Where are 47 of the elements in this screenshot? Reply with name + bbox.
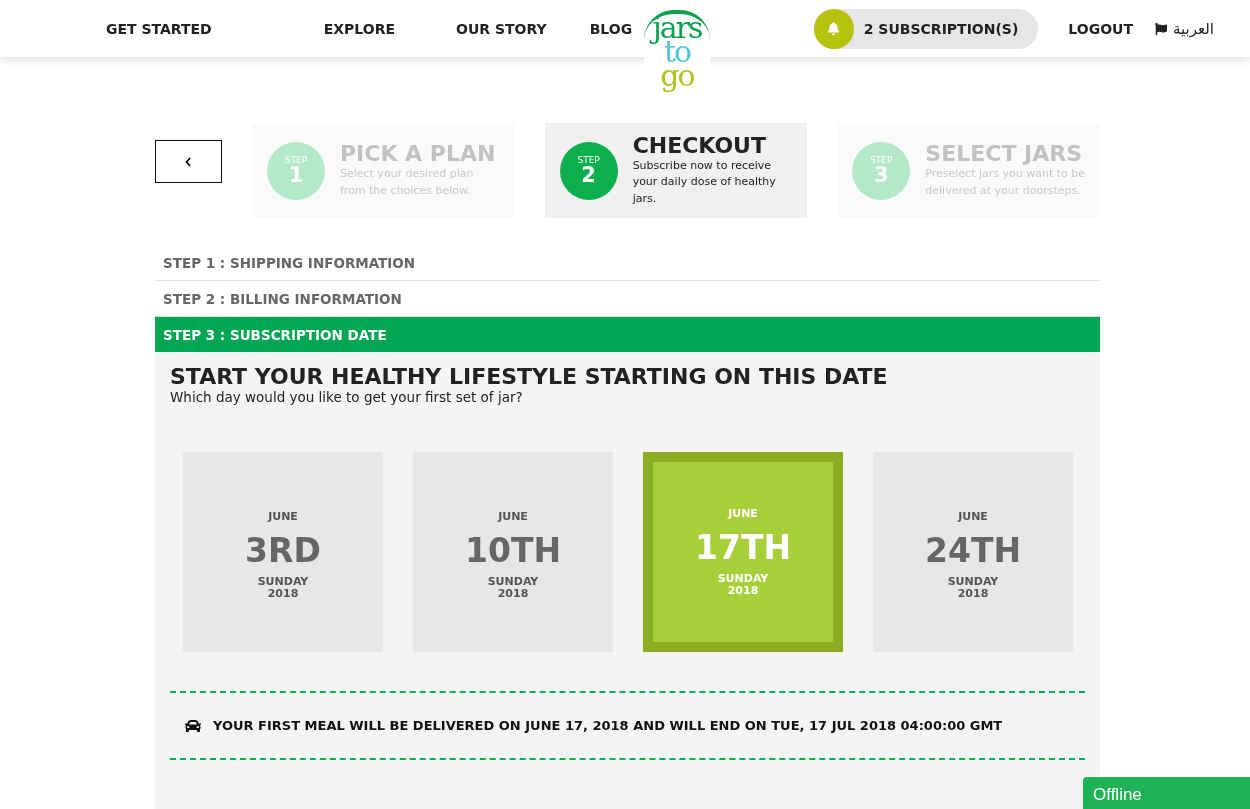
chevron-left-icon bbox=[183, 156, 194, 167]
section-subtitle: Which day would you like to get your first set of jar? bbox=[170, 389, 524, 405]
subscriptions-button[interactable]: 2 SUBSCRIPTION(S) bbox=[813, 8, 1039, 49]
language-link[interactable]: العربية bbox=[1155, 19, 1214, 38]
step-title: PICK A PLAN bbox=[339, 141, 497, 167]
date-day: 10TH bbox=[464, 530, 562, 570]
logo[interactable]: jars to go bbox=[644, 10, 710, 94]
nav-link[interactable]: GET STARTED bbox=[106, 20, 212, 37]
step-label: STEP bbox=[284, 155, 308, 165]
date-month: JUNE bbox=[268, 509, 298, 523]
logout-link[interactable]: LOGOUT bbox=[1068, 20, 1133, 37]
date-weekday: SUNDAY bbox=[947, 575, 999, 588]
date-card[interactable]: JUNE 10TH SUNDAY 2018 bbox=[413, 452, 613, 652]
date-day: 3RD bbox=[245, 530, 321, 570]
delivery-note: YOUR FIRST MEAL WILL BE DELIVERED ON JUNE 17, 2018 AND WILL END ON TUE, 17 JUL 2018 04:00:00 GMT bbox=[213, 718, 1003, 733]
date-year: 2018 bbox=[497, 588, 529, 601]
step-label: STEP bbox=[577, 155, 600, 165]
nav-link[interactable]: EXPLORE bbox=[323, 20, 396, 37]
date-year: 2018 bbox=[727, 585, 759, 598]
date-month: JUNE bbox=[728, 506, 758, 520]
date-weekday: SUNDAY bbox=[717, 572, 769, 585]
step-card[interactable]: STEP 2 CHECKOUT Subscribe now to receive your daily dose of healthy jars. bbox=[544, 123, 808, 218]
step-number: 2 bbox=[581, 165, 596, 186]
section-header[interactable]: STEP 3 : SUBSCRIPTION DATE bbox=[155, 317, 1100, 352]
nav-link[interactable]: BLOG bbox=[589, 20, 633, 37]
date-weekday: SUNDAY bbox=[257, 575, 309, 588]
step-number: 1 bbox=[288, 165, 304, 186]
back-button[interactable] bbox=[155, 140, 222, 183]
step-number: 3 bbox=[874, 165, 889, 186]
step-title: CHECKOUT bbox=[632, 133, 767, 158]
step-label: STEP bbox=[870, 155, 893, 165]
section-heading: START YOUR HEALTHY LIFESTYLE STARTING ON THIS DATE bbox=[170, 364, 889, 389]
date-weekday: SUNDAY bbox=[487, 575, 539, 588]
date-year: 2018 bbox=[267, 588, 299, 601]
date-card[interactable]: JUNE 3RD SUNDAY 2018 bbox=[183, 452, 383, 652]
date-month: JUNE bbox=[498, 509, 528, 523]
date-card[interactable]: JUNE 24TH SUNDAY 2018 bbox=[873, 452, 1073, 652]
step-description: Subscribe now to receive your daily dose of healthy jars. bbox=[632, 157, 777, 207]
date-day: 17TH bbox=[694, 527, 792, 567]
date-month: JUNE bbox=[958, 509, 988, 523]
flag-icon bbox=[1155, 22, 1167, 35]
car-icon bbox=[185, 717, 201, 734]
date-day: 24TH bbox=[924, 530, 1022, 570]
step-title: SELECT JARS bbox=[925, 141, 1084, 167]
bell-icon bbox=[827, 22, 841, 35]
nav-link[interactable]: OUR STORY bbox=[456, 20, 547, 37]
date-year: 2018 bbox=[957, 588, 989, 601]
